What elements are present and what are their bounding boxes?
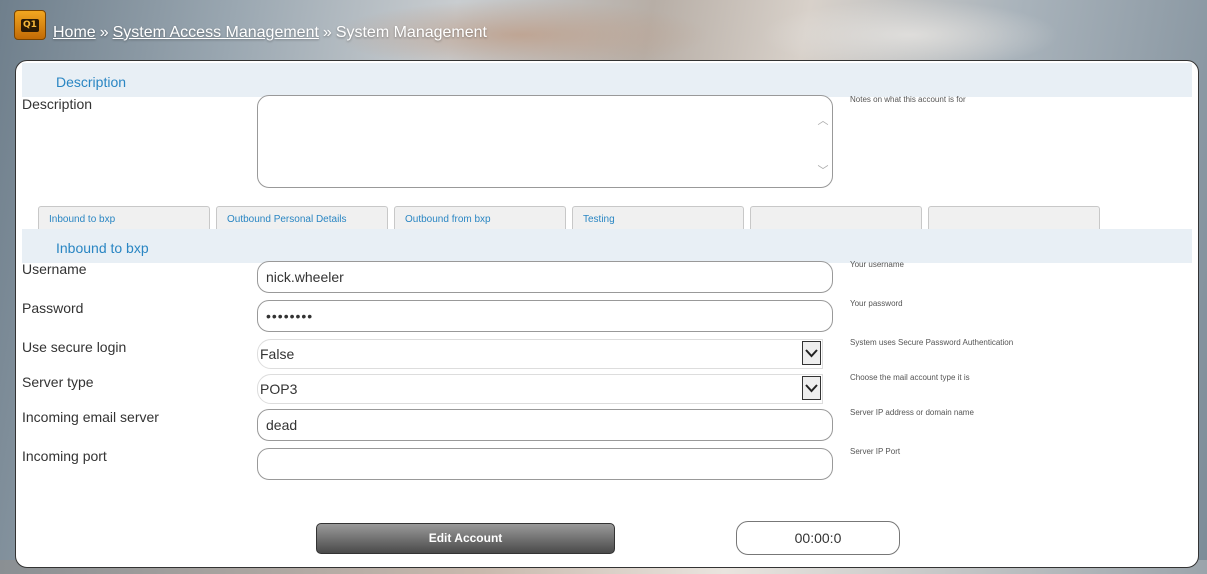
password-label: Password (22, 300, 84, 316)
secure-login-select[interactable]: False (257, 339, 823, 369)
username-label: Username (22, 261, 87, 277)
tab-outbound-from-bxp[interactable]: Outbound from bxp (394, 206, 566, 231)
scroll-down-icon[interactable]: ﹀ (816, 156, 830, 186)
tab-blank-6[interactable] (928, 206, 1100, 231)
chevron-down-icon[interactable] (802, 376, 821, 400)
username-input[interactable]: nick.wheeler (257, 261, 833, 293)
username-hint: Your username (850, 260, 904, 269)
server-type-select[interactable]: POP3 (257, 374, 823, 404)
inbound-section-header: Inbound to bxp (22, 229, 1192, 263)
server-type-label: Server type (22, 374, 94, 390)
incoming-server-hint: Server IP address or domain name (850, 408, 974, 417)
description-hint: Notes on what this account is for (850, 95, 966, 104)
breadcrumb-separator: » (99, 24, 109, 41)
description-textarea[interactable]: ︿ ﹀ (257, 95, 833, 188)
main-panel: Description Description ︿ ﹀ Notes on wha… (15, 60, 1199, 568)
server-type-hint: Choose the mail account type it is (850, 373, 970, 382)
secure-login-label: Use secure login (22, 339, 127, 355)
app-logo-icon: Q1 (21, 18, 39, 32)
incoming-port-input[interactable] (257, 448, 833, 480)
breadcrumb-current: System Management (335, 24, 487, 41)
tab-blank-5[interactable] (750, 206, 922, 231)
breadcrumb-separator: » (322, 24, 332, 41)
chevron-down-icon[interactable] (802, 341, 821, 365)
scroll-up-icon[interactable]: ︿ (816, 106, 830, 136)
incoming-port-hint: Server IP Port (850, 447, 901, 456)
secure-login-hint: System uses Secure Password Authenticati… (850, 338, 1014, 347)
breadcrumb-home-link[interactable]: Home (53, 24, 96, 41)
password-input[interactable]: •••••••• (257, 300, 833, 332)
incoming-port-label: Incoming port (22, 448, 107, 464)
password-hint: Your password (850, 299, 903, 308)
incoming-server-label: Incoming email server (22, 409, 159, 425)
edit-account-button[interactable]: Edit Account (316, 523, 615, 554)
tab-outbound-personal-details[interactable]: Outbound Personal Details (216, 206, 388, 231)
tab-testing[interactable]: Testing (572, 206, 744, 231)
description-section-header: Description (22, 63, 1192, 97)
description-label: Description (22, 96, 93, 112)
tab-inbound-to-bxp[interactable]: Inbound to bxp (38, 206, 210, 231)
timer-display: 00:00:0 (736, 521, 900, 555)
incoming-server-input[interactable]: dead (257, 409, 833, 441)
breadcrumb-system-access-link[interactable]: System Access Management (113, 24, 319, 41)
breadcrumb: Home» System Access Management» System Man… (53, 24, 487, 42)
app-logo[interactable]: Q1 (14, 10, 46, 40)
